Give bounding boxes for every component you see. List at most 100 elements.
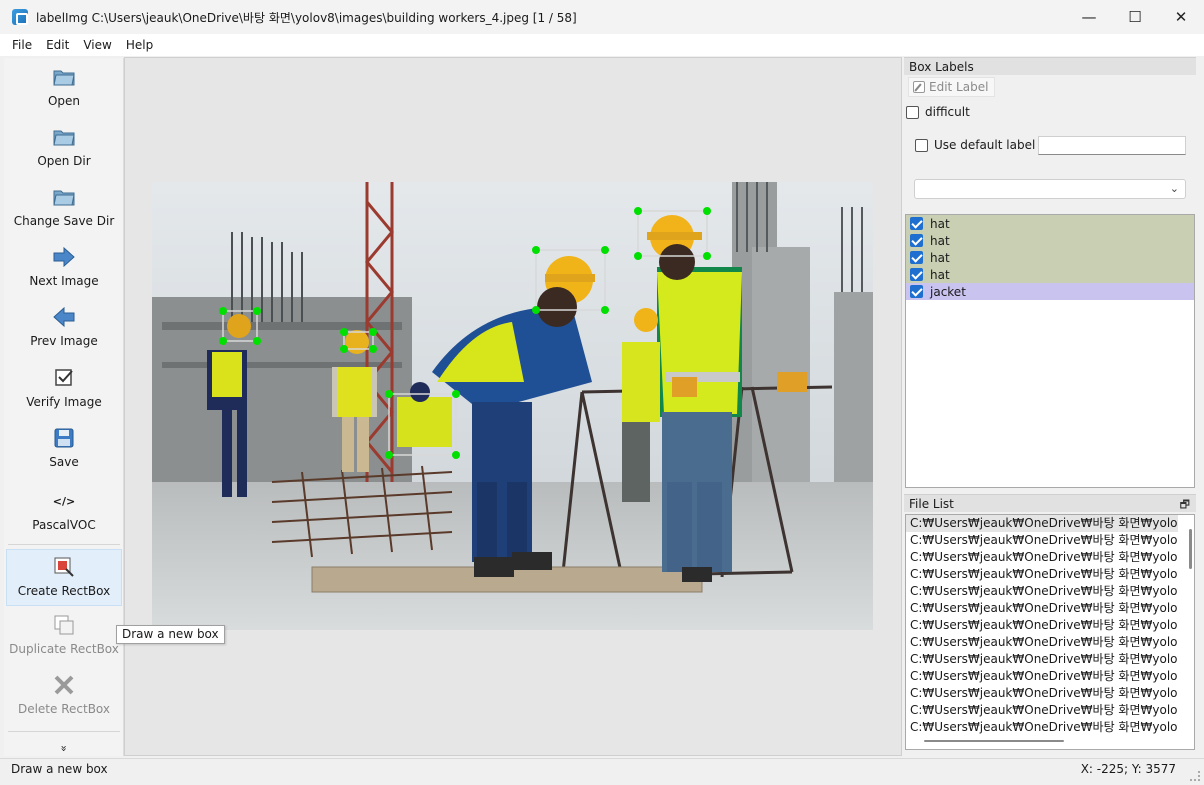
tooltip: Draw a new box	[116, 625, 225, 644]
file-row[interactable]: C:₩Users₩jeauk₩OneDrive₩바탕 화면₩yolov8₩ima…	[906, 685, 1178, 702]
use-default-label-checkbox-box[interactable]	[915, 138, 928, 152]
window-controls: — ☐ ✕	[1066, 0, 1204, 34]
label-checkbox[interactable]	[910, 234, 923, 247]
duplicate-icon	[51, 612, 77, 638]
menu-file[interactable]: File	[5, 38, 39, 52]
menu-edit[interactable]: Edit	[39, 38, 76, 52]
floppy-icon	[51, 425, 77, 451]
list-item[interactable]: hat	[906, 249, 1194, 266]
file-row[interactable]: C:₩Users₩jeauk₩OneDrive₩바탕 화면₩yolov8₩ima…	[906, 566, 1178, 583]
status-message: Draw a new box	[11, 762, 108, 776]
title-bar: labelImg C:\Users\jeauk\OneDrive\바탕 화면\y…	[0, 0, 1204, 34]
open-button[interactable]: Open	[6, 64, 122, 108]
change-save-dir-button[interactable]: Change Save Dir	[6, 184, 122, 228]
duplicate-rectbox-button[interactable]: Duplicate RectBox	[6, 612, 122, 656]
edit-label-button[interactable]: Edit Label	[908, 77, 996, 97]
prev-image-label: Prev Image	[30, 334, 98, 348]
annotated-photo	[152, 182, 873, 630]
draw-rect-icon	[51, 554, 77, 580]
folder-icon	[51, 184, 77, 210]
label-checkbox[interactable]	[910, 251, 923, 264]
verify-image-label: Verify Image	[26, 395, 102, 409]
label-text: hat	[930, 233, 950, 248]
resize-grip-icon[interactable]	[1190, 771, 1200, 781]
file-row[interactable]: C:₩Users₩jeauk₩OneDrive₩바탕 화면₩yolov8₩ima…	[906, 549, 1178, 566]
save-label: Save	[49, 455, 79, 469]
next-image-button[interactable]: Next Image	[6, 244, 122, 288]
tool-bar: Open Open Dir Change Save Dir Next Image…	[4, 58, 124, 756]
box-labels-panel: Box Labels Edit Label difficult Use defa…	[904, 57, 1196, 489]
file-row[interactable]: C:₩Users₩jeauk₩OneDrive₩바탕 화면₩yolov8₩ima…	[906, 617, 1178, 634]
file-list[interactable]: C:₩Users₩jeauk₩OneDrive₩바탕 화면₩yolov8₩ima…	[905, 514, 1195, 750]
label-checkbox[interactable]	[910, 217, 923, 230]
label-text: hat	[930, 216, 950, 231]
next-image-label: Next Image	[29, 274, 99, 288]
use-default-label-checkbox[interactable]: Use default label	[915, 138, 1035, 152]
label-text: hat	[930, 267, 950, 282]
list-item[interactable]: hat	[906, 215, 1194, 232]
float-panel-icon[interactable]: 🗗	[1180, 496, 1190, 514]
arrow-right-icon	[51, 244, 77, 270]
close-button[interactable]: ✕	[1158, 0, 1204, 34]
file-list-panel: File List 🗗 C:₩Users₩jeauk₩OneDrive₩바탕 화…	[904, 494, 1196, 756]
prev-image-button[interactable]: Prev Image	[6, 304, 122, 348]
chevron-down-icon: ⌄	[1169, 182, 1179, 195]
create-rectbox-button[interactable]: Create RectBox	[6, 549, 122, 606]
file-list-title-text: File List	[909, 497, 954, 511]
file-row[interactable]: C:₩Users₩jeauk₩OneDrive₩바탕 화면₩yolov8₩ima…	[906, 719, 1178, 736]
file-list-title: File List 🗗	[904, 494, 1196, 512]
open-dir-label: Open Dir	[37, 154, 91, 168]
file-row[interactable]: C:₩Users₩jeauk₩OneDrive₩바탕 화면₩yolov8₩ima…	[906, 532, 1178, 549]
toolbar-separator	[8, 544, 120, 545]
file-row[interactable]: C:₩Users₩jeauk₩OneDrive₩바탕 화면₩yolov8₩ima…	[906, 583, 1178, 600]
edit-label-text: Edit Label	[929, 80, 989, 94]
list-item[interactable]: jacket	[906, 283, 1194, 300]
save-button[interactable]: Save	[6, 425, 122, 469]
difficult-checkbox-box[interactable]	[906, 105, 919, 119]
file-row[interactable]: C:₩Users₩jeauk₩OneDrive₩바탕 화면₩yolov8₩ima…	[906, 668, 1178, 685]
image-canvas[interactable]	[124, 57, 902, 756]
code-icon: </>	[52, 494, 76, 508]
label-text: jacket	[930, 284, 966, 299]
checkbox-icon	[51, 365, 77, 391]
open-label: Open	[47, 94, 81, 108]
minimize-button[interactable]: —	[1066, 0, 1112, 34]
default-label-input[interactable]	[1038, 136, 1186, 155]
menu-view[interactable]: View	[76, 38, 118, 52]
difficult-checkbox[interactable]: difficult	[906, 105, 970, 119]
use-default-label-text: Use default label	[934, 138, 1036, 152]
label-checkbox[interactable]	[910, 268, 923, 281]
file-row[interactable]: C:₩Users₩jeauk₩OneDrive₩바탕 화면₩yolov8₩ima…	[906, 651, 1178, 668]
label-checkbox[interactable]	[910, 285, 923, 298]
cursor-coordinates: X: -225; Y: 3577	[1080, 762, 1176, 776]
label-text: hat	[930, 250, 950, 265]
box-labels-title: Box Labels	[904, 57, 1196, 75]
window-title: labelImg C:\Users\jeauk\OneDrive\바탕 화면\y…	[36, 10, 577, 25]
app-icon	[12, 9, 28, 25]
maximize-button[interactable]: ☐	[1112, 0, 1158, 34]
labels-list[interactable]: hat hat hat hat jacket	[905, 214, 1195, 488]
folder-icon	[51, 124, 77, 150]
change-save-dir-label: Change Save Dir	[13, 214, 115, 228]
list-item[interactable]: hat	[906, 266, 1194, 283]
file-row[interactable]: C:₩Users₩jeauk₩OneDrive₩바탕 화면₩yolov8₩ima…	[906, 600, 1178, 617]
duplicate-rectbox-label: Duplicate RectBox	[9, 642, 119, 656]
format-label: PascalVOC	[32, 518, 96, 532]
menu-help[interactable]: Help	[119, 38, 160, 52]
verify-image-button[interactable]: Verify Image	[6, 365, 122, 409]
status-bar: Draw a new box X: -225; Y: 3577	[0, 758, 1204, 785]
file-row[interactable]: C:₩Users₩jeauk₩OneDrive₩바탕 화면₩yolov8₩ima…	[906, 702, 1178, 719]
file-row[interactable]: C:₩Users₩jeauk₩OneDrive₩바탕 화면₩yolov8₩ima…	[906, 634, 1178, 651]
format-button[interactable]: </> PascalVOC	[6, 488, 122, 533]
list-item[interactable]: hat	[906, 232, 1194, 249]
label-combo-box[interactable]: ⌄	[914, 179, 1186, 199]
vertical-scrollbar[interactable]	[1189, 529, 1192, 569]
arrow-left-icon	[51, 304, 77, 330]
open-dir-button[interactable]: Open Dir	[6, 124, 122, 168]
folder-icon	[51, 64, 77, 90]
file-row[interactable]: C:₩Users₩jeauk₩OneDrive₩바탕 화면₩yolov8₩ima…	[906, 515, 1178, 532]
pencil-icon	[913, 81, 925, 93]
difficult-label: difficult	[925, 105, 970, 119]
horizontal-scrollbar[interactable]	[924, 740, 1064, 742]
menu-bar: File Edit View Help	[0, 34, 1204, 56]
